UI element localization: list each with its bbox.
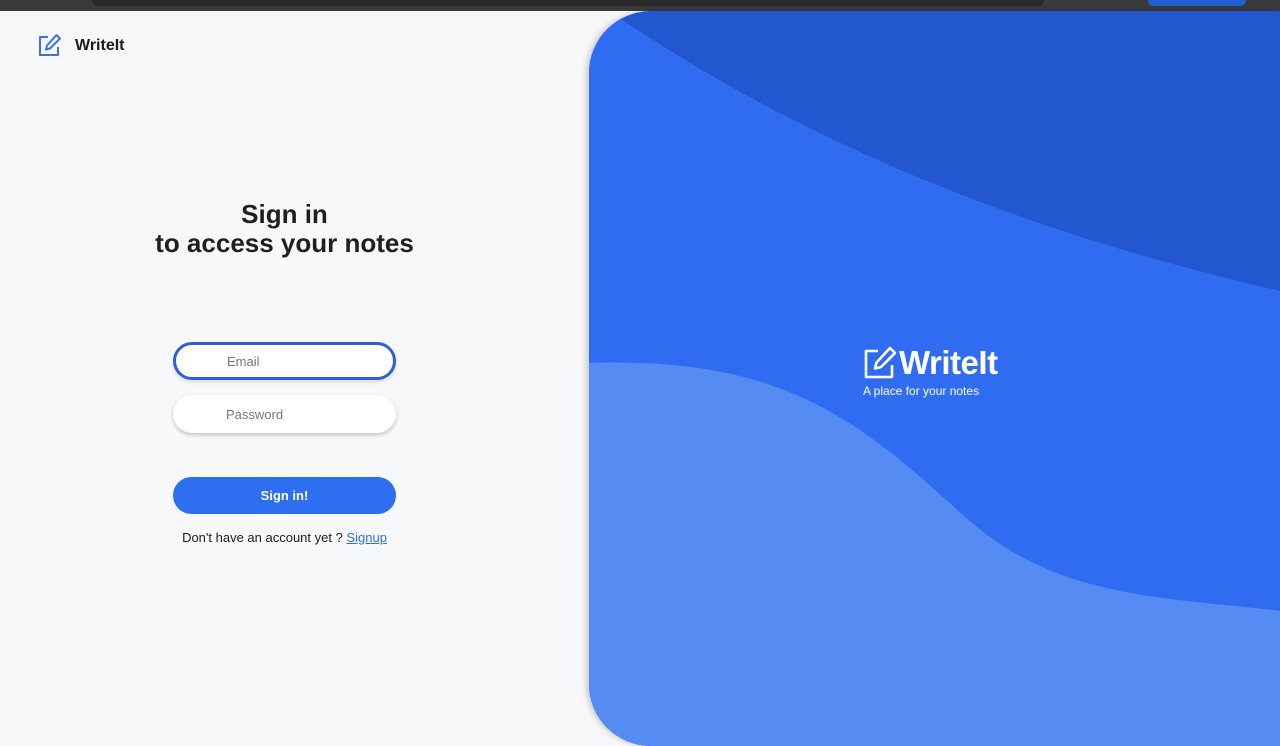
sign-in-button[interactable]: Sign in!: [173, 477, 396, 514]
title-line-1: Sign in: [241, 199, 328, 229]
hero-title: WriteIt: [899, 344, 998, 381]
title-line-2: to access your notes: [155, 228, 414, 258]
signup-link[interactable]: Signup: [346, 530, 386, 545]
signup-prompt: Don't have an account yet ? Signup: [140, 530, 429, 545]
address-bar[interactable]: [92, 0, 1044, 6]
browser-extension-button[interactable]: [1148, 0, 1246, 6]
hero-tagline: A place for your notes: [863, 384, 980, 398]
page-title: Sign in to access your notes: [140, 200, 429, 258]
email-field[interactable]: [173, 342, 396, 380]
brand-header[interactable]: WriteIt: [37, 33, 124, 58]
edit-note-icon: [37, 33, 62, 58]
browser-top-strip: [0, 0, 1280, 11]
hero-brand: WriteIt: [863, 344, 998, 382]
edit-note-icon: [863, 346, 897, 380]
signup-prompt-text: Don't have an account yet ?: [182, 530, 343, 545]
password-field[interactable]: [173, 395, 396, 433]
hero-panel: WriteIt A place for your notes: [589, 11, 1280, 746]
brand-name: WriteIt: [75, 36, 125, 54]
login-page: WriteIt Sign in to access your notes Sig…: [0, 11, 1280, 746]
